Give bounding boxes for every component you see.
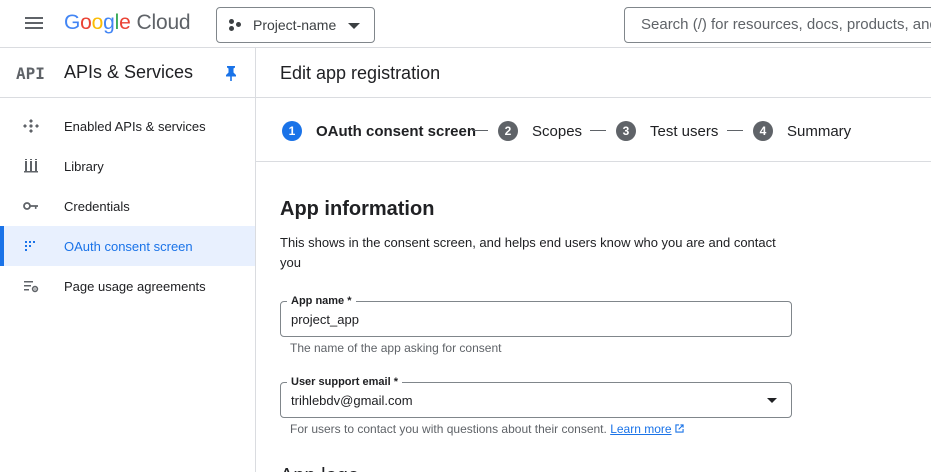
support-email-value: trihlebdv@gmail.com (291, 393, 413, 408)
google-cloud-logo[interactable]: Google Cloud (64, 11, 191, 35)
search-placeholder: Search (/) for resources, docs, products… (641, 16, 931, 33)
support-email-hint: For users to contact you with questions … (290, 422, 685, 436)
step-label: Summary (787, 122, 852, 140)
app-name-hint: The name of the app asking for consent (290, 341, 502, 355)
library-icon (24, 159, 38, 173)
menu-icon[interactable] (22, 14, 46, 34)
step-number: 4 (753, 121, 773, 141)
registration-stepper: 1 OAuth consent screen 2 Scopes 3 Test u… (256, 98, 931, 162)
consent-grid-icon (25, 241, 35, 251)
step-summary[interactable]: 4 Summary (753, 121, 851, 141)
support-email-hint-text: For users to contact you with questions … (290, 422, 607, 436)
section-title: App information (280, 198, 435, 220)
step-label: OAuth consent screen (316, 122, 477, 140)
learn-more-link[interactable]: Learn more (610, 422, 684, 436)
sidebar-item-oauth-consent[interactable]: OAuth consent screen (0, 226, 255, 266)
step-divider (727, 130, 743, 131)
sidebar: API APIs & Services Enabled APIs & servi… (0, 48, 256, 472)
step-number: 2 (498, 121, 518, 141)
settings-list-icon (24, 281, 39, 293)
step-divider (472, 130, 488, 131)
step-test-users[interactable]: 3 Test users (616, 121, 718, 141)
step-oauth-consent[interactable]: 1 OAuth consent screen (282, 121, 476, 141)
sidebar-item-label: Page usage agreements (64, 279, 206, 294)
sidebar-item-label: OAuth consent screen (64, 239, 193, 254)
sidebar-item-label: Enabled APIs & services (64, 119, 206, 134)
api-badge-icon: API (16, 64, 45, 83)
search-input[interactable]: Search (/) for resources, docs, products… (624, 7, 931, 43)
app-name-field[interactable]: App name * project_app (280, 294, 792, 337)
chevron-down-icon (348, 23, 360, 29)
dropdown-arrow-icon (767, 398, 777, 403)
sidebar-item-library[interactable]: Library (0, 146, 255, 186)
sidebar-title: APIs & Services (64, 62, 194, 82)
sidebar-item-credentials[interactable]: Credentials (0, 186, 255, 226)
key-icon (23, 202, 38, 210)
support-email-label: User support email * (287, 375, 402, 389)
step-divider (590, 130, 606, 131)
page-header: Edit app registration (256, 48, 931, 98)
section-description: This shows in the consent screen, and he… (280, 235, 776, 270)
sidebar-nav: Enabled APIs & services Library Credenti… (0, 98, 255, 306)
app-name-value: project_app (291, 312, 359, 327)
page-title: Edit app registration (280, 63, 441, 83)
app-logo-heading-partial: App logo (280, 462, 359, 472)
step-label: Test users (650, 122, 719, 140)
sidebar-item-enabled-apis[interactable]: Enabled APIs & services (0, 106, 255, 146)
sidebar-item-page-usage[interactable]: Page usage agreements (0, 266, 255, 306)
external-link-icon (674, 424, 684, 433)
step-label: Scopes (532, 122, 583, 140)
user-support-email-select[interactable]: User support email * trihlebdv@gmail.com (280, 375, 792, 418)
sidebar-item-label: Library (64, 159, 104, 174)
sidebar-header: API APIs & Services (0, 48, 255, 98)
project-picker-button[interactable]: Project-name (216, 7, 375, 43)
project-hierarchy-icon (229, 18, 243, 32)
project-name: Project-name (253, 17, 337, 33)
pin-icon[interactable] (224, 65, 238, 81)
app-name-label: App name * (287, 294, 356, 308)
top-bar: Google Cloud Project-name Search (/) for … (0, 0, 931, 48)
sidebar-item-label: Credentials (64, 199, 130, 214)
step-number: 3 (616, 121, 636, 141)
apis-hub-icon (23, 119, 39, 133)
step-number: 1 (282, 121, 302, 141)
step-scopes[interactable]: 2 Scopes (498, 121, 582, 141)
